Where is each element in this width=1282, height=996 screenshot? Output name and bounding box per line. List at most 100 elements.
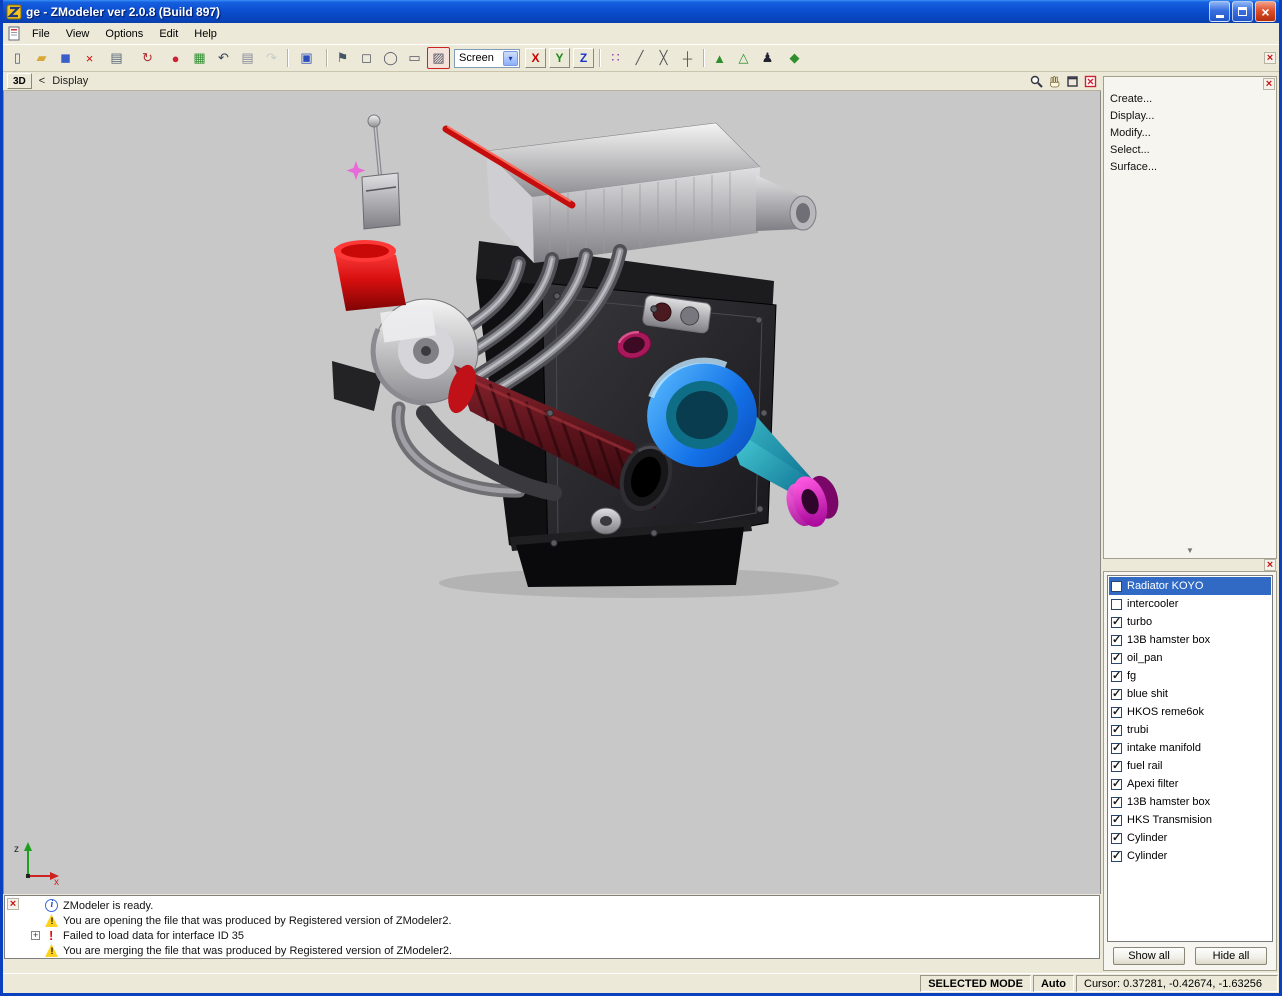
morph-icon[interactable]: ◆ — [780, 47, 810, 69]
hide-all-button[interactable]: Hide all — [1195, 947, 1267, 965]
measure-icon[interactable]: ┼ — [676, 47, 699, 69]
list-item[interactable]: HKS Transmision — [1109, 811, 1271, 829]
engine-3d-model[interactable] — [304, 113, 864, 613]
list-item[interactable]: Radiator KOYO — [1109, 577, 1271, 595]
toolbar-button[interactable] — [284, 47, 291, 69]
primitives-icon[interactable]: ▣ — [292, 47, 322, 69]
select-circle-icon[interactable]: ◯ — [379, 47, 402, 69]
menu-item[interactable]: View — [58, 25, 98, 43]
list-item[interactable]: blue shit — [1109, 685, 1271, 703]
list-item[interactable]: oil_pan — [1109, 649, 1271, 667]
import-icon[interactable]: ▤ — [102, 47, 132, 69]
visibility-checkbox[interactable] — [1111, 615, 1122, 628]
viewport-close-icon[interactable] — [1083, 74, 1097, 88]
toolbar-button[interactable] — [700, 47, 707, 69]
vertex-paint-icon[interactable]: ∷ — [604, 47, 627, 69]
redo-icon[interactable]: ↷ — [260, 47, 283, 69]
chevron-down-icon[interactable] — [503, 50, 518, 66]
skeleton-icon[interactable]: ♟ — [756, 47, 779, 69]
visibility-checkbox[interactable] — [1111, 759, 1122, 772]
list-item[interactable]: intercooler — [1109, 595, 1271, 613]
command-menu-item[interactable]: Select... — [1104, 142, 1276, 159]
save-icon[interactable]: ◼ — [54, 47, 77, 69]
show-all-button[interactable]: Show all — [1113, 947, 1185, 965]
select-paint-icon[interactable]: ▨ — [427, 47, 450, 69]
list-item[interactable]: turbo — [1109, 613, 1271, 631]
attach-icon[interactable]: ▲ — [708, 47, 731, 69]
toolbar-button[interactable] — [596, 47, 603, 69]
visibility-checkbox[interactable] — [1111, 598, 1122, 610]
objects-list: Radiator KOYO intercooler turbo — [1107, 575, 1273, 942]
visibility-checkbox[interactable] — [1111, 651, 1122, 664]
nav-back-button[interactable]: < — [37, 75, 47, 87]
material-editor-icon[interactable]: ● — [164, 47, 187, 69]
knife-icon[interactable]: ╱ — [628, 47, 651, 69]
visibility-checkbox[interactable] — [1111, 633, 1122, 646]
new-icon[interactable]: ▯ — [6, 47, 29, 69]
visibility-checkbox[interactable] — [1111, 795, 1122, 808]
slice-icon[interactable]: ╳ — [652, 47, 675, 69]
visibility-checkbox[interactable] — [1111, 831, 1122, 844]
select-single-icon[interactable]: ⚑ — [331, 47, 354, 69]
screen-mode-select[interactable]: Screen — [454, 48, 520, 68]
menu-item[interactable]: File — [24, 25, 58, 43]
visibility-checkbox[interactable] — [1111, 580, 1122, 592]
menu-item[interactable]: Options — [97, 25, 151, 43]
list-item[interactable]: 13B hamster box — [1109, 631, 1271, 649]
visibility-checkbox[interactable] — [1111, 813, 1122, 826]
list-item[interactable]: fg — [1109, 667, 1271, 685]
minimize-button[interactable] — [1209, 1, 1230, 22]
command-menu-item[interactable]: Surface... — [1104, 159, 1276, 176]
list-item[interactable]: intake manifold — [1109, 739, 1271, 757]
visibility-checkbox[interactable] — [1111, 669, 1122, 682]
toolbar-button[interactable] — [323, 47, 330, 69]
list-item[interactable]: 13B hamster box — [1109, 793, 1271, 811]
notes-icon[interactable]: ▤ — [236, 47, 259, 69]
command-menu-item[interactable]: Modify... — [1104, 125, 1276, 142]
render-icon[interactable]: ▦ — [188, 47, 211, 69]
undo-icon[interactable]: ↶ — [212, 47, 235, 69]
toolbar-close-icon[interactable]: × — [1264, 52, 1276, 64]
command-menu-item[interactable]: Create... — [1104, 91, 1276, 108]
menu-item[interactable]: Help — [186, 25, 225, 43]
expander-icon[interactable] — [31, 931, 40, 940]
axis-z-button[interactable]: Z — [573, 48, 594, 68]
list-item[interactable]: fuel rail — [1109, 757, 1271, 775]
visibility-checkbox[interactable] — [1111, 723, 1122, 736]
visibility-checkbox[interactable] — [1111, 777, 1122, 790]
commands-panel-close-icon[interactable]: × — [1263, 78, 1275, 90]
auto-toggle[interactable]: Auto — [1032, 975, 1074, 992]
open-icon[interactable]: ▰ — [30, 47, 53, 69]
visibility-checkbox[interactable] — [1111, 849, 1122, 862]
select-quad-icon[interactable]: ◻ — [355, 47, 378, 69]
toolbar: ▯ ▰ ◼ × ▤ ↻ ● ▦ ↶ ▤ ↷ ▣ ⚑ ◻ ◯ ▭ ▨ Screen… — [3, 44, 1279, 72]
maximize-button[interactable] — [1232, 1, 1253, 22]
list-item[interactable]: Cylinder — [1109, 829, 1271, 847]
axis-x-button[interactable]: X — [525, 48, 546, 68]
pan-icon[interactable] — [1047, 74, 1061, 88]
log-close-icon[interactable]: × — [7, 898, 19, 910]
list-item[interactable]: Apexi filter — [1109, 775, 1271, 793]
maximize-icon[interactable] — [1065, 74, 1079, 88]
command-menu-item[interactable]: Display... — [1104, 108, 1276, 125]
close-button[interactable] — [1255, 1, 1276, 22]
visibility-checkbox[interactable] — [1111, 741, 1122, 754]
zoom-icon[interactable] — [1029, 74, 1043, 88]
list-item[interactable]: HKOS reme6ok — [1109, 703, 1271, 721]
log-row: You are opening the file that was produc… — [31, 913, 1097, 928]
menu-item[interactable]: Edit — [151, 25, 186, 43]
scroll-down-icon[interactable] — [1104, 544, 1276, 557]
list-item[interactable]: Cylinder — [1109, 847, 1271, 865]
list-item[interactable]: trubi — [1109, 721, 1271, 739]
axis-y-button[interactable]: Y — [549, 48, 570, 68]
viewport-3d[interactable]: z x — [3, 91, 1101, 894]
detach-icon[interactable]: △ — [732, 47, 755, 69]
export-icon[interactable]: ↻ — [133, 47, 163, 69]
select-poly-icon[interactable]: ▭ — [403, 47, 426, 69]
visibility-checkbox[interactable] — [1111, 705, 1122, 718]
app-window: ge - ZModeler ver 2.0.8 (Build 897) File… — [0, 0, 1282, 996]
objects-panel-close-icon[interactable]: × — [1264, 559, 1276, 571]
visibility-checkbox[interactable] — [1111, 687, 1122, 700]
delete-icon[interactable]: × — [78, 47, 101, 69]
viewport-mode-button[interactable]: 3D — [7, 73, 32, 89]
